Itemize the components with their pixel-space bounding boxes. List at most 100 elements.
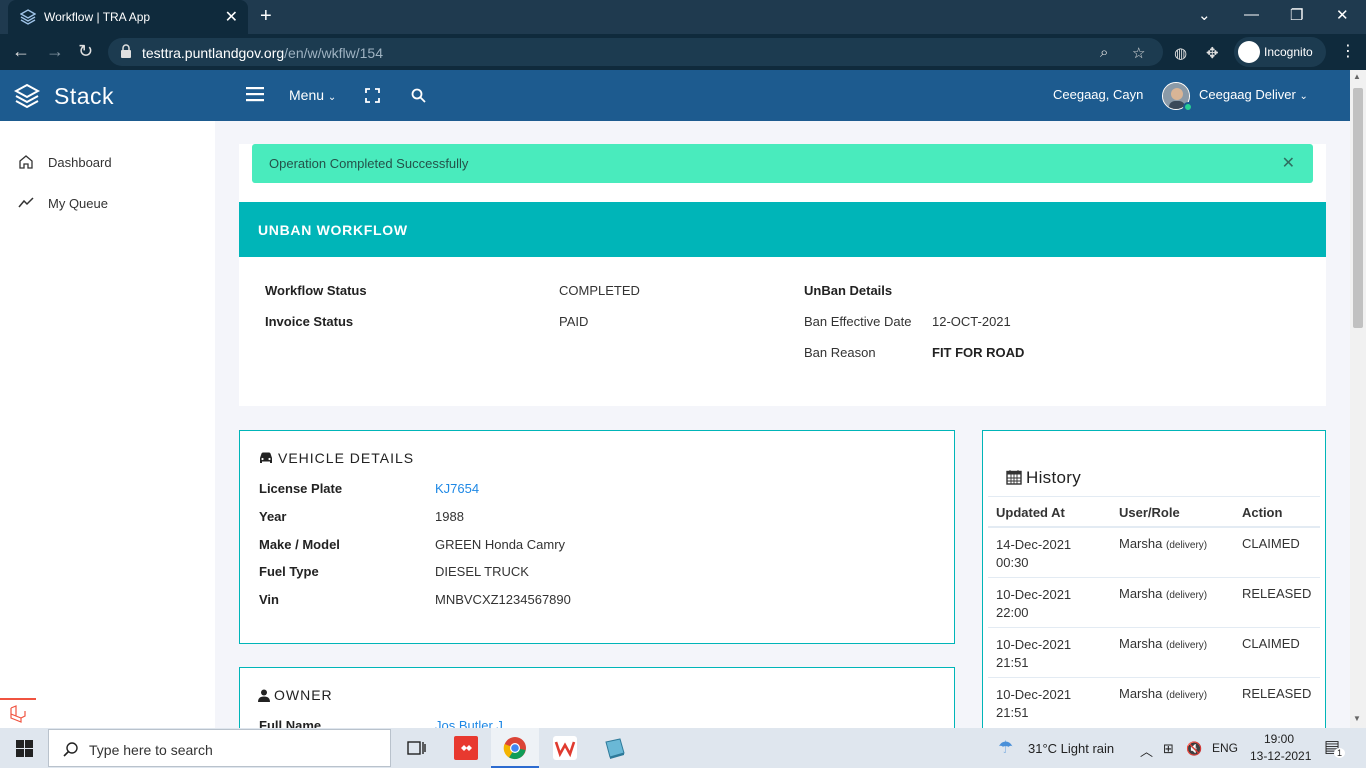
sidebar-item-dashboard[interactable]: Dashboard <box>0 142 215 182</box>
table-row: 14-Dec-2021 00:30 Marsha (delivery) CLAIM… <box>988 528 1320 578</box>
zoom-icon[interactable]: ⌕ <box>1100 44 1108 61</box>
volume-icon[interactable]: 🔇 <box>1186 741 1202 757</box>
scroll-thumb[interactable] <box>1353 88 1363 328</box>
col-action: Action <box>1242 505 1283 520</box>
taskbar-search-box[interactable]: Type here to search <box>48 729 391 767</box>
browser-toolbar: ← → ↻ testtra.puntlandgov.org/en/w/wkflw… <box>0 34 1366 70</box>
browser-tab[interactable]: Workflow | TRA App ✕ <box>8 0 248 34</box>
history-user: Marsha <box>1119 536 1163 551</box>
chrome-icon[interactable] <box>503 736 527 760</box>
vehicle-details-title: VEHICLE DETAILS <box>258 450 414 466</box>
laravel-debugbar-icon[interactable] <box>0 698 36 728</box>
online-status-dot <box>1183 102 1193 112</box>
clock-date[interactable]: 13-12-2021 <box>1250 749 1311 763</box>
invoice-status-label: Invoice Status <box>265 314 354 329</box>
url-path: /en/w/wkflw/154 <box>284 45 383 61</box>
language-indicator[interactable]: ENG <box>1212 741 1238 755</box>
history-date: 10-Dec-2021 <box>996 637 1072 652</box>
history-role: (delivery) <box>1165 690 1208 701</box>
user-name[interactable]: Ceegaag, Cayn <box>1053 87 1143 102</box>
back-button[interactable]: ← <box>12 41 30 62</box>
fuel-type-label: Fuel Type <box>259 564 319 579</box>
table-row: 10-Dec-2021 21:51 Marsha (delivery) CLAIM… <box>988 628 1320 678</box>
invoice-status-value: PAID <box>559 314 589 329</box>
fullscreen-icon[interactable] <box>365 88 380 103</box>
workflow-title: UNBAN WORKFLOW <box>258 222 408 238</box>
success-alert: Operation Completed Successfully ✕ <box>252 144 1313 183</box>
chevron-down-icon: ⌄ <box>1299 91 1308 102</box>
user-icon <box>258 689 270 702</box>
ban-date-label: Ban Effective Date <box>804 314 912 329</box>
license-plate-link[interactable]: KJ7654 <box>435 481 479 496</box>
tab-close-icon[interactable]: ✕ <box>225 7 238 27</box>
extensions-puzzle-icon[interactable]: ✥ <box>1206 44 1219 62</box>
app-header: Stack Menu ⌄ Ceegaag, Cayn Ceegaag Deliv… <box>0 70 1350 121</box>
url-host: testtra.puntlandgov.org <box>142 45 285 61</box>
unban-details-label: UnBan Details <box>804 283 893 298</box>
history-time: 21:51 <box>996 705 1029 720</box>
scroll-up-arrow-icon[interactable]: ▲ <box>1353 72 1361 81</box>
history-title-text: History <box>1026 468 1081 487</box>
car-icon <box>260 452 272 463</box>
full-name-label: Full Name <box>259 718 322 728</box>
tray-chevron-icon[interactable]: ︿ <box>1140 741 1153 760</box>
clock-time[interactable]: 19:00 <box>1264 732 1294 746</box>
forward-button[interactable]: → <box>46 41 64 62</box>
full-name-link[interactable]: Jos Butler J <box>435 718 503 728</box>
history-role: (delivery) <box>1165 640 1208 651</box>
alert-close-icon[interactable]: ✕ <box>1282 153 1295 173</box>
search-icon[interactable] <box>411 88 426 103</box>
reload-button[interactable]: ↻ <box>78 41 93 62</box>
make-model-label: Make / Model <box>259 537 340 552</box>
owner-title: OWNER <box>258 687 333 703</box>
network-icon[interactable]: ⊞ <box>1163 741 1174 757</box>
tab-search-icon[interactable]: ⌄ <box>1198 6 1211 24</box>
vin-value: MNBVCXZ1234567890 <box>435 592 571 607</box>
minimize-button[interactable]: — <box>1244 6 1259 23</box>
role-dropdown[interactable]: Ceegaag Deliver ⌄ <box>1199 87 1308 102</box>
menu-dropdown[interactable]: Menu ⌄ <box>289 87 336 103</box>
incognito-badge[interactable]: Incognito <box>1234 37 1326 67</box>
new-tab-button[interactable]: + <box>260 5 272 28</box>
sidebar-item-my-queue[interactable]: My Queue <box>0 183 215 223</box>
search-icon <box>63 742 78 757</box>
sidebar-item-label: My Queue <box>48 196 108 211</box>
scroll-down-arrow-icon[interactable]: ▼ <box>1353 714 1361 723</box>
incognito-icon <box>1238 41 1260 63</box>
notepad-app-icon[interactable] <box>603 736 627 760</box>
anydesk-icon[interactable] <box>454 736 478 760</box>
wps-office-icon[interactable] <box>553 736 577 760</box>
task-view-icon[interactable] <box>404 736 428 760</box>
history-time: 22:00 <box>996 605 1029 620</box>
history-title: History <box>1006 468 1081 488</box>
tab-title: Workflow | TRA App <box>44 10 151 24</box>
col-updated-at: Updated At <box>996 505 1065 520</box>
page-scrollbar[interactable]: ▲ ▼ <box>1350 70 1366 728</box>
year-value: 1988 <box>435 509 464 524</box>
history-time: 00:30 <box>996 555 1029 570</box>
history-user: Marsha <box>1119 686 1163 701</box>
windows-start-icon[interactable] <box>16 740 33 757</box>
weather-text[interactable]: 31°C Light rain <box>1028 741 1114 756</box>
close-window-button[interactable]: ✕ <box>1336 6 1349 24</box>
sidebar: Dashboard My Queue <box>0 121 215 728</box>
history-date: 10-Dec-2021 <box>996 587 1072 602</box>
owner-title-text: OWNER <box>274 687 333 703</box>
browser-menu-icon[interactable]: ⋮ <box>1340 41 1356 61</box>
extension-shield-icon[interactable]: ◍ <box>1174 44 1187 62</box>
history-user: Marsha <box>1119 636 1163 651</box>
maximize-button[interactable]: ❐ <box>1290 6 1303 24</box>
brand-name[interactable]: Stack <box>54 83 114 110</box>
year-label: Year <box>259 509 287 524</box>
hamburger-menu-icon[interactable] <box>246 86 264 102</box>
history-date: 10-Dec-2021 <box>996 687 1072 702</box>
weather-icon: ☂ <box>998 738 1014 757</box>
table-row: 10-Dec-2021 21:51 Marsha (delivery) RELEA… <box>988 678 1320 728</box>
browser-tab-bar: Workflow | TRA App ✕ + ⌄ — ❐ ✕ <box>0 0 1366 34</box>
bookmark-star-icon[interactable]: ☆ <box>1132 44 1145 62</box>
license-plate-label: License Plate <box>259 481 343 496</box>
address-bar[interactable]: testtra.puntlandgov.org/en/w/wkflw/154 ⌕… <box>108 38 1163 66</box>
history-action: CLAIMED <box>1242 536 1300 551</box>
sidebar-item-label: Dashboard <box>48 155 112 170</box>
make-model-value: GREEN Honda Camry <box>435 537 566 552</box>
